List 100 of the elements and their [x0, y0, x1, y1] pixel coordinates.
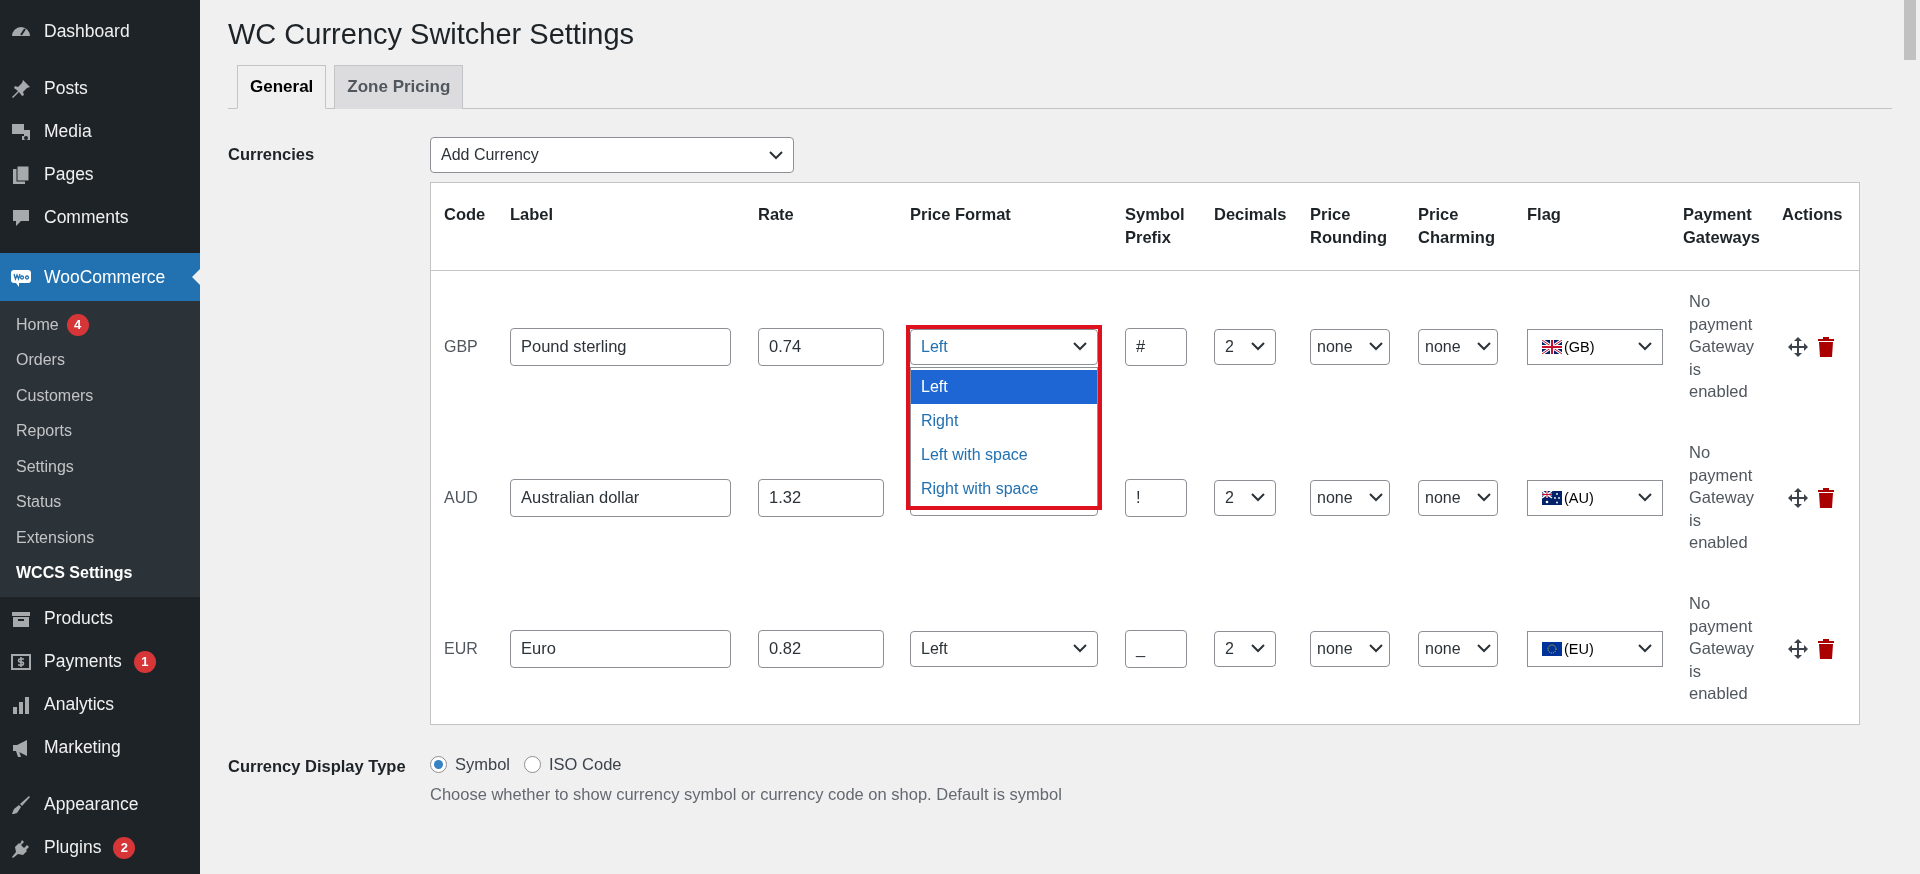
- chevron-down-icon: [1073, 342, 1087, 351]
- move-icon[interactable]: [1787, 335, 1809, 358]
- symbol-prefix-input-field[interactable]: _: [1125, 629, 1187, 668]
- column-header: Price Rounding: [1310, 204, 1388, 248]
- move-icon[interactable]: [1787, 486, 1809, 509]
- price-format-select[interactable]: Left: [910, 630, 1098, 667]
- sidebar-menu-item[interactable]: Appearance: [0, 783, 200, 826]
- column-header: Price Charming: [1418, 204, 1496, 248]
- label-input-field[interactable]: Australian dollar: [510, 478, 731, 517]
- chevron-down-icon: [1477, 644, 1491, 653]
- sidebar-menu-item[interactable]: Analytics: [0, 683, 200, 726]
- trash-icon[interactable]: [1817, 638, 1835, 659]
- sidebar-menu-item[interactable]: Payments 1: [0, 640, 200, 683]
- column-header: Symbol Prefix: [1125, 204, 1186, 248]
- dropdown-option[interactable]: Left with space: [911, 437, 1097, 472]
- label-input-field[interactable]: Euro: [510, 629, 731, 668]
- radio-label: ISO Code: [549, 755, 622, 774]
- help-text: Choose whether to show currency symbol or currency code on shop. Default is symbol: [430, 785, 1062, 804]
- decimals-select[interactable]: 2: [1214, 479, 1276, 516]
- chevron-down-icon: [1477, 493, 1491, 502]
- price-charming-select[interactable]: none: [1418, 479, 1498, 516]
- price-rounding-select[interactable]: none: [1310, 479, 1390, 516]
- submenu-item[interactable]: Home 4: [0, 307, 200, 343]
- column-header: Code: [444, 204, 487, 225]
- chevron-down-icon: [1638, 493, 1652, 502]
- union-jack-flag-icon: [1542, 339, 1562, 354]
- price-charming-select[interactable]: none: [1418, 328, 1498, 365]
- chevron-down-icon: [769, 150, 783, 160]
- sidebar-menu-item[interactable]: Posts: [0, 67, 200, 110]
- submenu-item[interactable]: Reports: [0, 413, 200, 449]
- sidebar-menu-item[interactable]: Pages: [0, 153, 200, 196]
- notification-badge: 4: [66, 313, 89, 336]
- column-header: Actions: [1782, 204, 1844, 225]
- dropdown-option[interactable]: Right with space: [911, 471, 1097, 506]
- label-input-field[interactable]: Pound sterling: [510, 327, 731, 366]
- submenu-item[interactable]: Orders: [0, 342, 200, 378]
- chevron-down-icon: [1073, 644, 1087, 653]
- rate-input-field[interactable]: 1.32: [758, 478, 884, 517]
- radio-label: Symbol: [455, 755, 511, 774]
- sidebar-menu-item[interactable]: Plugins 2: [0, 826, 200, 869]
- add-currency-select[interactable]: Add Currency: [430, 137, 794, 173]
- tab[interactable]: General: [237, 65, 327, 109]
- currency-code: AUD: [444, 487, 479, 508]
- radio-button[interactable]: [430, 756, 447, 773]
- tab[interactable]: Zone Pricing: [334, 65, 464, 109]
- chevron-down-icon: [1477, 342, 1491, 351]
- symbol-prefix-input-field[interactable]: !: [1125, 478, 1187, 517]
- column-header: Price Format: [910, 204, 1012, 225]
- trash-icon[interactable]: [1817, 487, 1835, 508]
- column-header: Decimals: [1214, 204, 1288, 225]
- radio-button[interactable]: [524, 756, 542, 773]
- rate-input-field[interactable]: 0.74: [758, 327, 884, 366]
- trash-icon[interactable]: [1817, 336, 1835, 357]
- payment-gateways-text: No payment Gateway is enabled: [1688, 593, 1755, 705]
- rate-input-field[interactable]: 0.82: [758, 629, 884, 668]
- payment-gateways-text: No payment Gateway is enabled: [1688, 291, 1755, 403]
- flag-select[interactable]: (EU): [1527, 630, 1663, 667]
- chevron-down-icon: [1638, 342, 1652, 351]
- flag-select[interactable]: (GB): [1527, 328, 1663, 365]
- price-rounding-select[interactable]: none: [1310, 630, 1390, 667]
- flag-code: (AU): [1564, 489, 1594, 506]
- decimals-select[interactable]: 2: [1214, 328, 1276, 365]
- field-label: Currencies: [228, 144, 316, 165]
- flag-code: (EU): [1564, 640, 1594, 657]
- notification-badge: 1: [133, 650, 156, 673]
- column-header: Payment Gateways: [1683, 204, 1762, 248]
- sidebar-menu-item[interactable]: Marketing: [0, 726, 200, 769]
- paintbrush-icon: [10, 793, 32, 816]
- page-title: WC Currency Switcher Settings: [228, 18, 636, 51]
- eu-flag-icon: [1542, 641, 1562, 656]
- flag-select[interactable]: (AU): [1527, 479, 1663, 516]
- symbol-prefix-input-field[interactable]: #: [1125, 327, 1187, 366]
- sidebar-menu-item[interactable]: WooCommerce: [0, 253, 200, 301]
- sidebar-menu-item[interactable]: Comments: [0, 196, 200, 239]
- price-format-select[interactable]: Left: [910, 328, 1098, 365]
- scrollbar-thumb[interactable]: [1904, 0, 1916, 60]
- chevron-down-icon: [1638, 644, 1652, 653]
- chevron-down-icon: [1251, 342, 1265, 351]
- submenu-item[interactable]: Status: [0, 484, 200, 520]
- price-charming-select[interactable]: none: [1418, 630, 1498, 667]
- currency-code: GBP: [444, 336, 479, 357]
- price-rounding-select[interactable]: none: [1310, 328, 1390, 365]
- column-header: Rate: [758, 204, 795, 225]
- dropdown-option[interactable]: Right: [911, 403, 1097, 438]
- australian-flag-icon: [1542, 490, 1562, 505]
- sidebar-menu-item[interactable]: Media: [0, 110, 200, 153]
- flag-code: (GB): [1564, 338, 1595, 355]
- sidebar-menu-item[interactable]: Dashboard: [0, 10, 200, 53]
- decimals-select[interactable]: 2: [1214, 630, 1276, 667]
- pushpin-icon: [10, 77, 32, 100]
- move-icon[interactable]: [1787, 637, 1809, 660]
- dropdown-option[interactable]: Left: [911, 369, 1097, 404]
- chevron-down-icon: [1369, 644, 1383, 653]
- submenu-item[interactable]: Settings: [0, 449, 200, 485]
- submenu-item[interactable]: Customers: [0, 378, 200, 414]
- sidebar-menu-item[interactable]: Products: [0, 597, 200, 640]
- submenu-item[interactable]: Extensions: [0, 520, 200, 556]
- submenu-item[interactable]: WCCS Settings: [0, 555, 200, 591]
- notification-badge: 2: [113, 836, 136, 859]
- chevron-down-icon: [1369, 342, 1383, 351]
